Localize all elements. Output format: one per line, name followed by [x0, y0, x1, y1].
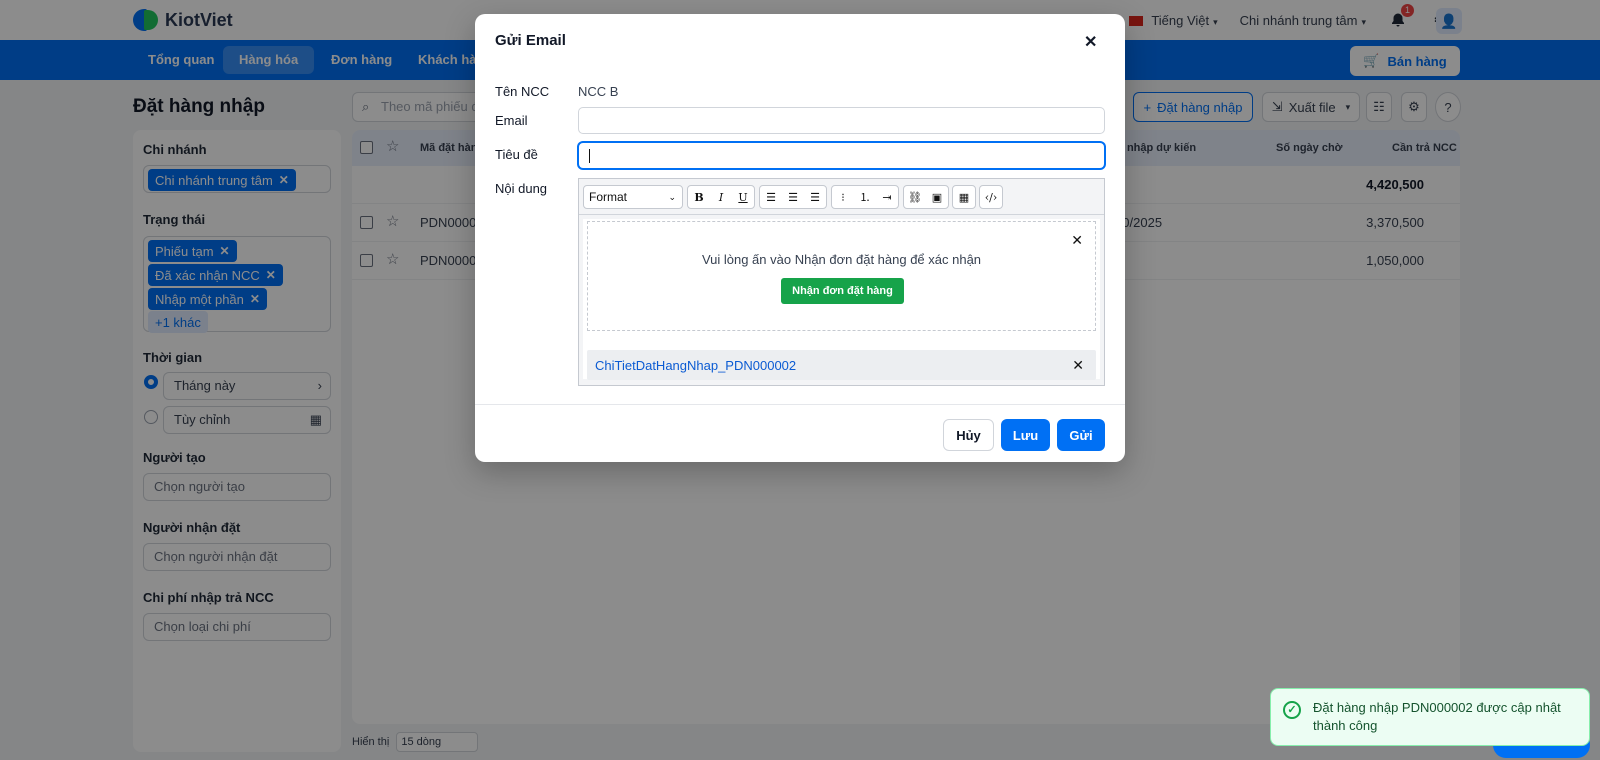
table-group: ▦	[952, 185, 976, 209]
source-group: ‹/›	[979, 185, 1003, 209]
email-label: Email	[495, 113, 528, 128]
save-button[interactable]: Lưu	[1001, 419, 1050, 451]
indent-icon[interactable]: ⇥	[876, 186, 898, 208]
insert-group: ⛓ ▣	[903, 185, 949, 209]
subject-label: Tiêu đề	[495, 147, 538, 162]
text-style-group: B I U	[687, 185, 755, 209]
supplier-value: NCC B	[578, 84, 619, 99]
notice-text: Vui lòng ấn vào Nhận đơn đặt hàng để xác…	[701, 252, 982, 267]
format-label: Format	[589, 190, 628, 204]
text-cursor	[589, 149, 590, 163]
send-button[interactable]: Gửi	[1057, 419, 1105, 451]
close-icon[interactable]: ✕	[1072, 357, 1084, 374]
check-circle-icon: ✓	[1283, 701, 1301, 719]
align-left-icon[interactable]: ☰	[760, 186, 782, 208]
close-icon[interactable]: ✕	[1071, 232, 1083, 249]
supplier-label: Tên NCC	[495, 84, 550, 99]
receive-order-button[interactable]: Nhận đơn đặt hàng	[781, 278, 904, 304]
bold-icon[interactable]: B	[688, 186, 710, 208]
close-icon[interactable]: ✕	[1084, 32, 1097, 52]
align-group: ☰ ☰ ☰	[759, 185, 827, 209]
link-icon[interactable]: ⛓	[904, 186, 926, 208]
image-icon[interactable]: ▣	[926, 186, 948, 208]
format-select[interactable]: Format ⌄	[583, 185, 683, 209]
rich-text-editor[interactable]: Format ⌄ B I U ☰ ☰ ☰ ⁝ ⒈ ⇥ ⛓ ▣ ▦ ‹/› Vui…	[578, 178, 1105, 386]
subject-field[interactable]	[578, 142, 1105, 169]
dialog-divider	[475, 404, 1125, 405]
bullet-list-icon[interactable]: ⁝	[832, 186, 854, 208]
underline-icon[interactable]: U	[732, 186, 754, 208]
content-label: Nội dung	[495, 181, 548, 196]
attachment-item: ChiTietDatHangNhap_PDN000002 ✕	[587, 350, 1096, 380]
confirm-notice-block: Vui lòng ấn vào Nhận đơn đặt hàng để xác…	[587, 221, 1096, 331]
email-field[interactable]	[578, 107, 1105, 134]
list-group: ⁝ ⒈ ⇥	[831, 185, 899, 209]
success-toast: ✓ Đặt hàng nhập PDN000002 được cập nhật …	[1270, 688, 1590, 746]
align-right-icon[interactable]: ☰	[804, 186, 826, 208]
editor-toolbar: Format ⌄ B I U ☰ ☰ ☰ ⁝ ⒈ ⇥ ⛓ ▣ ▦ ‹/›	[579, 179, 1104, 215]
cancel-button[interactable]: Hủy	[943, 419, 994, 451]
attachment-link[interactable]: ChiTietDatHangNhap_PDN000002	[595, 358, 796, 373]
dialog-title: Gửi Email	[495, 32, 566, 49]
send-email-dialog: Gửi Email ✕ Tên NCC NCC B Email Tiêu đề …	[475, 14, 1125, 462]
chevron-down-icon: ⌄	[668, 192, 676, 202]
italic-icon[interactable]: I	[710, 186, 732, 208]
table-icon[interactable]: ▦	[953, 186, 975, 208]
toast-message: Đặt hàng nhập PDN000002 được cập nhật th…	[1313, 700, 1561, 733]
align-center-icon[interactable]: ☰	[782, 186, 804, 208]
numbered-list-icon[interactable]: ⒈	[854, 186, 876, 208]
code-icon[interactable]: ‹/›	[980, 186, 1002, 208]
editor-content[interactable]: Vui lòng ấn vào Nhận đơn đặt hàng để xác…	[583, 219, 1100, 380]
